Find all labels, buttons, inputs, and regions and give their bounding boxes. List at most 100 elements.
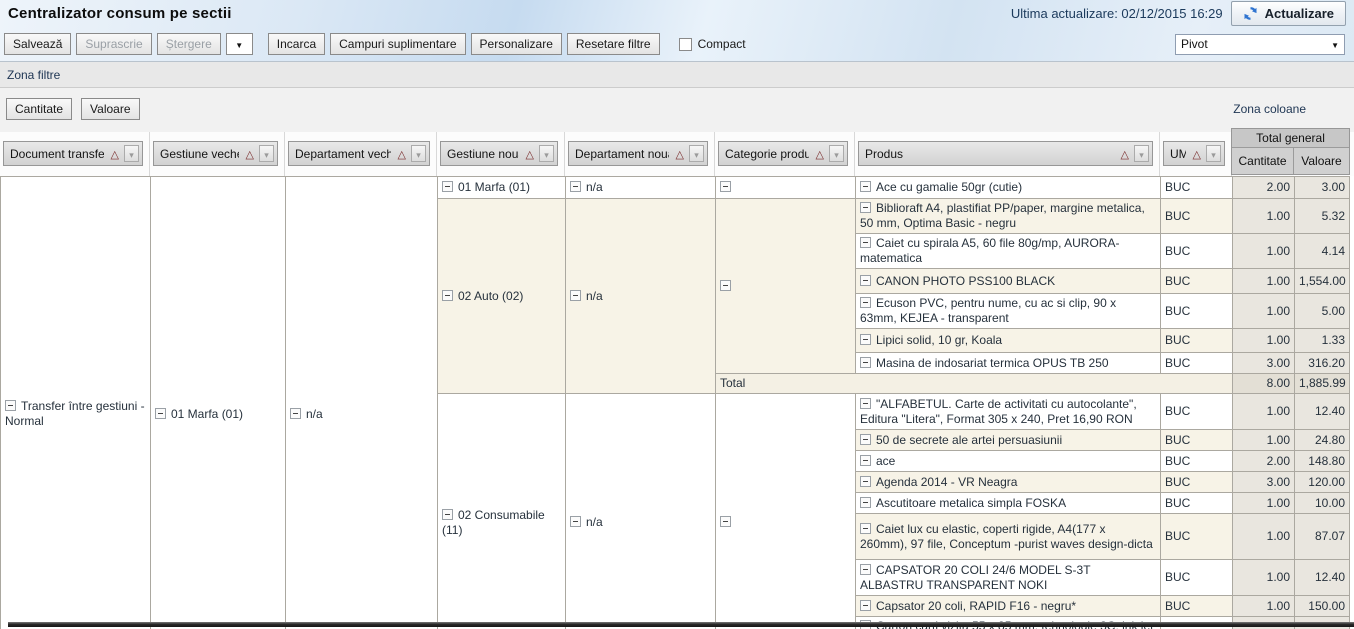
um-cell: BUC — [1161, 177, 1233, 199]
product-name-cell: Capsator 20 coli, RAPID F16 - negru* — [856, 596, 1161, 617]
gestiune-noua-value: 01 Marfa (01) — [458, 180, 530, 194]
header-cell: Produs — [855, 132, 1160, 176]
collapse-icon[interactable] — [860, 297, 871, 308]
departament-noua-group-cell: n/a — [566, 177, 716, 199]
collapse-icon[interactable] — [860, 202, 871, 213]
sort-ascending-icon — [246, 147, 254, 161]
collapse-icon[interactable] — [860, 181, 871, 192]
column-header-um[interactable]: UM — [1163, 141, 1225, 166]
collapse-icon[interactable] — [720, 181, 731, 192]
valoare-cell: 12.40 — [1295, 394, 1350, 430]
gestiune-veche-cell: 01 Marfa (01) — [151, 177, 286, 629]
reset-filters-button[interactable]: Resetare filtre — [567, 33, 660, 55]
save-button[interactable]: Salvează — [4, 33, 71, 55]
cantitate-cell: 1.00 — [1233, 596, 1295, 617]
collapse-icon[interactable] — [570, 516, 581, 527]
column-header-categorie-produs[interactable]: Categorie produs — [718, 141, 848, 166]
column-header-departament-veche[interactable]: Departament veche — [288, 141, 430, 166]
gestiune-noua-group-cell: 01 Marfa (01) — [438, 177, 566, 199]
collapse-icon[interactable] — [860, 476, 871, 487]
gestiune-noua-group-cell: 02 Consumabile (11) — [438, 394, 566, 629]
valoare-cell: 1,554.00 — [1295, 269, 1350, 294]
filter-dropdown-button[interactable] — [259, 145, 274, 162]
product-name: Caiet lux cu elastic, coperti rigide, A4… — [860, 522, 1153, 551]
sort-ascending-icon — [676, 147, 684, 161]
filter-dropdown-button[interactable] — [539, 145, 554, 162]
filter-dropdown-button[interactable] — [829, 145, 844, 162]
cantitate-cell: 1.00 — [1233, 269, 1295, 294]
collapse-icon[interactable] — [860, 237, 871, 248]
column-header-gestiune-noua[interactable]: Gestiune noua — [440, 141, 558, 166]
collapse-icon[interactable] — [442, 509, 453, 520]
collapse-icon[interactable] — [570, 290, 581, 301]
filter-dropdown-button[interactable] — [1206, 145, 1221, 162]
cantitate-cell: 1.00 — [1233, 329, 1295, 353]
measure-button-cantitate[interactable]: Cantitate — [6, 98, 72, 120]
column-header-gestiune-veche[interactable]: Gestiune veche — [153, 141, 278, 166]
collapse-icon[interactable] — [5, 400, 16, 411]
collapse-icon[interactable] — [860, 398, 871, 409]
product-name-cell: Ascutitoare metalica simpla FOSKA — [856, 493, 1161, 514]
collapse-icon[interactable] — [720, 516, 731, 527]
collapse-icon[interactable] — [442, 290, 453, 301]
filter-dropdown-button[interactable] — [689, 145, 704, 162]
filter-zone-bar: Zona filtre — [0, 62, 1354, 88]
product-name: 50 de secrete ale artei persuasiunii — [876, 433, 1062, 447]
total-general-label: Total general — [1232, 129, 1349, 148]
collapse-icon[interactable] — [860, 357, 871, 368]
collapse-icon[interactable] — [860, 455, 871, 466]
saved-views-dropdown-button[interactable] — [226, 33, 253, 55]
product-name-cell: Biblioraft A4, plastifiat PP/paper, marg… — [856, 199, 1161, 234]
collapse-icon[interactable] — [860, 334, 871, 345]
collapse-icon[interactable] — [442, 181, 453, 192]
sort-ascending-icon — [816, 147, 824, 161]
product-name-cell: Ace cu gamalie 50gr (cutie) — [856, 177, 1161, 199]
sort-ascending-icon — [526, 147, 534, 161]
personalize-button[interactable]: Personalizare — [471, 33, 562, 55]
column-header-departament-noua[interactable]: Departament noua — [568, 141, 708, 166]
collapse-icon[interactable] — [860, 275, 871, 286]
collapse-icon[interactable] — [290, 408, 301, 419]
column-label: Gestiune veche — [160, 147, 239, 161]
overwrite-button[interactable]: Suprascrie — [76, 33, 151, 55]
departament-noua-group-cell: n/a — [566, 199, 716, 394]
product-name: Ecuson PVC, pentru nume, cu ac si clip, … — [860, 296, 1116, 325]
collapse-icon[interactable] — [720, 280, 731, 291]
um-cell: BUC — [1161, 472, 1233, 493]
column-header-produs[interactable]: Produs — [858, 141, 1153, 166]
collapse-icon[interactable] — [860, 497, 871, 508]
chevron-down-icon — [129, 147, 134, 161]
product-name-cell: "ALFABETUL. Carte de activitati cu autoc… — [856, 394, 1161, 430]
column-header-document-transfer[interactable]: Document transfer — [3, 141, 143, 166]
column-label: Categorie produs — [725, 147, 809, 161]
collapse-icon[interactable] — [860, 523, 871, 534]
collapse-icon[interactable] — [860, 600, 871, 611]
view-mode-select[interactable]: Pivot — [1175, 34, 1345, 55]
column-header-strip: Document transfer Gestiune veche Departa… — [0, 132, 1354, 176]
collapse-icon[interactable] — [570, 181, 581, 192]
load-button[interactable]: Incarca — [268, 33, 325, 55]
collapse-icon[interactable] — [155, 408, 166, 419]
product-name-cell: 50 de secrete ale artei persuasiunii — [856, 430, 1161, 451]
compact-checkbox[interactable] — [679, 38, 692, 51]
valoare-cell: 1.33 — [1295, 329, 1350, 353]
extra-fields-button[interactable]: Campuri suplimentare — [330, 33, 465, 55]
collapse-icon[interactable] — [860, 564, 871, 575]
um-cell: BUC — [1161, 329, 1233, 353]
departament-noua-value: n/a — [586, 180, 603, 194]
delete-button[interactable]: Ștergere — [157, 33, 221, 55]
top-band: Centralizator consum pe sectii Ultima ac… — [0, 0, 1354, 62]
horizontal-scrollbar[interactable] — [8, 622, 1354, 627]
um-cell: BUC — [1161, 430, 1233, 451]
collapse-icon[interactable] — [860, 434, 871, 445]
cantitate-cell: 1.00 — [1233, 234, 1295, 269]
filter-dropdown-button[interactable] — [411, 145, 426, 162]
measure-button-valoare[interactable]: Valoare — [81, 98, 139, 120]
product-name: Ace cu gamalie 50gr (cutie) — [876, 180, 1022, 194]
filter-dropdown-button[interactable] — [124, 145, 139, 162]
categorie-produs-group-cell — [716, 177, 856, 199]
refresh-button[interactable]: Actualizare — [1231, 1, 1346, 26]
filter-dropdown-button[interactable] — [1134, 145, 1149, 162]
cantitate-cell: 1.00 — [1233, 294, 1295, 329]
header-cell: Gestiune veche — [150, 132, 285, 176]
